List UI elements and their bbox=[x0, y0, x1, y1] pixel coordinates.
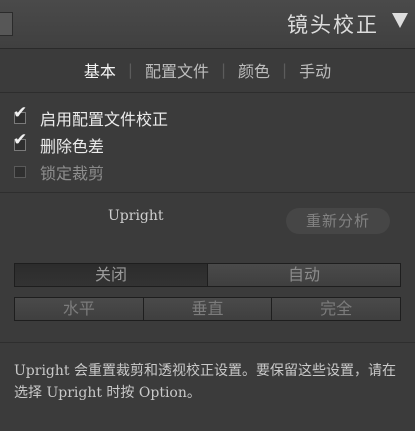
upright-mode-row-1: 关闭 自动 bbox=[14, 263, 401, 287]
checkbox-label: 锁定裁剪 bbox=[40, 163, 105, 183]
remove-chromatic-aberration-checkbox[interactable]: ✔ 删除色差 bbox=[13, 131, 168, 158]
panel-header[interactable]: 镜头校正 bbox=[0, 0, 415, 49]
enable-profile-corrections-checkbox[interactable]: ✔ 启用配置文件校正 bbox=[13, 104, 169, 131]
panel-side-tab[interactable] bbox=[0, 12, 13, 36]
checkbox-box[interactable]: ✔ bbox=[13, 131, 27, 151]
checkbox-list: ✔ 启用配置文件校正 ✔ 删除色差 锁定裁剪 bbox=[13, 104, 169, 185]
checkbox-label: 删除色差 bbox=[40, 136, 105, 156]
section-divider bbox=[0, 342, 415, 343]
upright-off-button[interactable]: 关闭 bbox=[15, 264, 208, 286]
upright-info-text: Upright 会重置裁剪和透视校正设置。要保留这些设置，请在选择 Uprigh… bbox=[14, 363, 396, 401]
upright-level-button[interactable]: 水平 bbox=[15, 298, 144, 320]
checkbox-label: 启用配置文件校正 bbox=[40, 109, 169, 129]
check-icon: ✔ bbox=[13, 129, 28, 150]
tab-basic[interactable]: 基本 bbox=[72, 58, 128, 82]
reanalyze-button[interactable]: 重新分析 bbox=[286, 208, 390, 234]
checkbox-box[interactable]: ✔ bbox=[13, 104, 27, 124]
upright-vertical-button[interactable]: 垂直 bbox=[143, 298, 273, 320]
lens-correction-panel: 镜头校正 基本 | 配置文件 | 颜色 | 手动 ✔ 启用配置文件校正 ✔ 删除… bbox=[0, 0, 415, 431]
tab-divider bbox=[0, 92, 415, 93]
upright-auto-button[interactable]: 自动 bbox=[208, 264, 400, 286]
triangle-down-icon[interactable] bbox=[392, 13, 408, 28]
checkbox-box[interactable] bbox=[14, 165, 26, 178]
upright-label: Upright bbox=[108, 208, 164, 224]
tab-color[interactable]: 颜色 bbox=[226, 58, 282, 82]
tab-bar: 基本 | 配置文件 | 颜色 | 手动 bbox=[0, 48, 415, 92]
constrain-crop-checkbox[interactable]: 锁定裁剪 bbox=[14, 158, 168, 185]
tab-manual[interactable]: 手动 bbox=[287, 58, 343, 82]
tab-profile[interactable]: 配置文件 bbox=[133, 58, 221, 82]
upright-mode-row-2: 水平 垂直 完全 bbox=[14, 297, 401, 321]
panel-title: 镜头校正 bbox=[287, 13, 379, 37]
upright-full-button[interactable]: 完全 bbox=[272, 298, 401, 320]
check-icon: ✔ bbox=[13, 102, 28, 123]
section-divider bbox=[0, 192, 415, 193]
